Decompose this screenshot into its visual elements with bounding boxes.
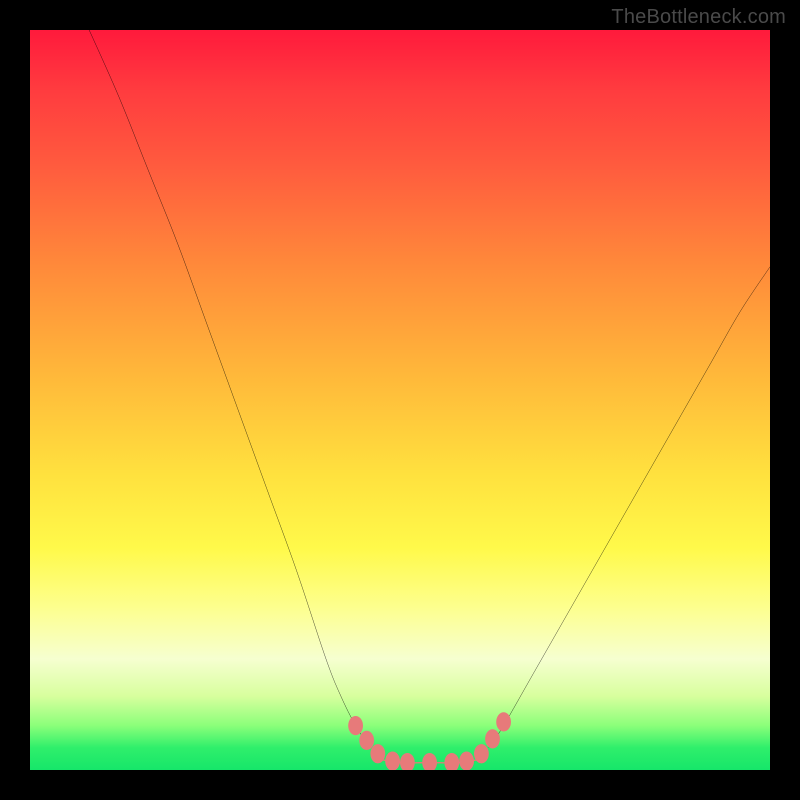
attribution-text: TheBottleneck.com (611, 6, 786, 29)
marker-dot (422, 753, 437, 770)
series-right-curve (489, 267, 770, 748)
left-curve-path (89, 30, 370, 748)
marker-dot (444, 753, 459, 770)
marker-dot (385, 752, 400, 771)
right-curve-path (489, 267, 770, 748)
marker-dot (485, 729, 500, 748)
marker-dot (359, 731, 374, 750)
curves-layer (30, 30, 770, 770)
marker-dot (459, 752, 474, 771)
chart-frame: TheBottleneck.com (0, 0, 800, 800)
series-left-curve (89, 30, 370, 748)
marker-dot (348, 716, 363, 735)
marker-dot (400, 753, 415, 770)
marker-dot (474, 744, 489, 763)
marker-dot (370, 744, 385, 763)
plot-area (30, 30, 770, 770)
marker-group (348, 712, 511, 770)
marker-dot (496, 712, 511, 731)
